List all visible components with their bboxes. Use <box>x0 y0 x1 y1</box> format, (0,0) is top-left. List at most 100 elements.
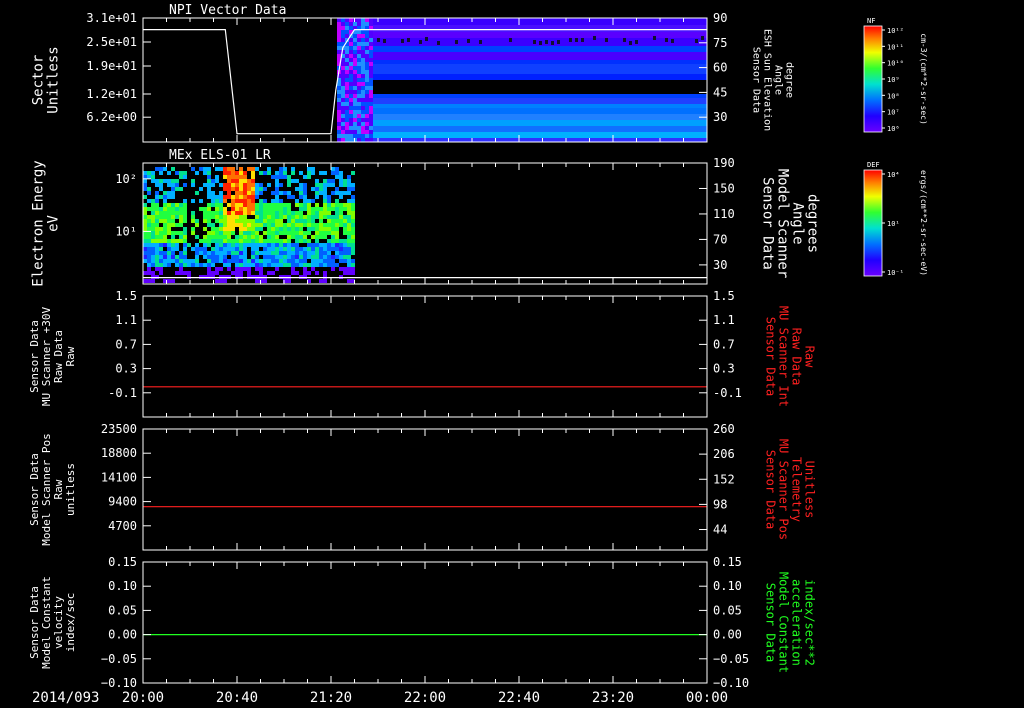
spectrogram-cell <box>175 231 179 235</box>
spectrogram-cell <box>343 191 347 195</box>
spectrogram-cell <box>287 263 291 267</box>
spectrogram-cell <box>187 259 191 263</box>
spectrogram-cell <box>361 130 365 134</box>
y2-axis-label-line: Unitless <box>803 461 817 519</box>
spectrogram-cell <box>215 255 219 259</box>
spectrogram-band <box>337 114 707 120</box>
spectrogram-cell <box>361 54 365 58</box>
spectrogram-cell <box>159 167 163 171</box>
spectrogram-cell <box>299 219 303 223</box>
spectrogram-band <box>337 138 707 142</box>
spectrogram-cell <box>347 247 351 251</box>
spectrogram-cell <box>231 187 235 191</box>
spectrogram-cell <box>319 251 323 255</box>
spectrogram-cell <box>337 106 341 110</box>
spectrogram-cell <box>319 183 323 187</box>
spectrogram-cell <box>271 227 275 231</box>
spectrogram-cell <box>243 183 247 187</box>
y-tick-label: −0.05 <box>101 652 137 666</box>
spectrogram-cell <box>231 183 235 187</box>
spectrogram-cell <box>215 203 219 207</box>
spectrogram-cell <box>163 251 167 255</box>
spectrogram-cell <box>349 66 353 70</box>
spectrogram-cell <box>287 243 291 247</box>
spectrogram-cell <box>235 195 239 199</box>
spectrogram-cell <box>345 110 349 114</box>
spectrogram-cell <box>311 223 315 227</box>
spectrogram-cell <box>179 271 183 275</box>
spectrogram-cell <box>287 183 291 187</box>
spectrogram-cell <box>167 195 171 199</box>
spectrogram-cell <box>231 167 235 171</box>
spectrogram-cell <box>147 243 151 247</box>
spectrogram-cell <box>143 247 147 251</box>
spectrogram-cell <box>291 179 295 183</box>
spectrogram-cell <box>223 207 227 211</box>
spectrogram-cell <box>243 255 247 259</box>
spectrogram-cell <box>361 18 365 22</box>
spectrogram-cell <box>339 211 343 215</box>
spectrogram-cell <box>251 167 255 171</box>
y-axis-label: Sensor Data Model Scanner Pos Raw unitless <box>28 433 77 546</box>
spectrogram-cell <box>357 138 361 142</box>
spectrogram-cell <box>291 255 295 259</box>
spectrogram-cell <box>239 211 243 215</box>
spectrogram-cell <box>307 167 311 171</box>
spectrogram-cell <box>323 223 327 227</box>
spectrogram-cell <box>179 211 183 215</box>
spectrogram-cell <box>247 203 251 207</box>
spectrogram-cell <box>219 247 223 251</box>
spectrogram-cell <box>263 171 267 175</box>
spectrogram-cell <box>251 199 255 203</box>
y2-axis-label: Sensor Data Model Scanner Angle degrees <box>760 169 821 279</box>
spectrogram-cell <box>369 82 373 86</box>
spectrogram-cell <box>337 114 341 118</box>
spectrogram-cell <box>341 34 345 38</box>
spectrogram-cell <box>303 191 307 195</box>
spectrogram-cell <box>215 207 219 211</box>
spectrogram-cell <box>291 215 295 219</box>
spectrogram-cell <box>279 191 283 195</box>
spectrogram-cell <box>283 251 287 255</box>
spectrogram-cell <box>143 235 147 239</box>
spectrogram-cell <box>295 259 299 263</box>
spectrogram-cell <box>211 203 215 207</box>
spectrogram-cell <box>323 247 327 251</box>
spectrogram-cell <box>215 271 219 275</box>
y2-axis-label-line: Model Scanner <box>775 169 791 279</box>
spectrogram-cell <box>207 187 211 191</box>
time-tick-label: 23:20 <box>592 690 634 706</box>
spectrogram-cell <box>239 187 243 191</box>
spectrogram-cell <box>179 251 183 255</box>
spectrogram-cell <box>147 187 151 191</box>
spectrogram-cell <box>259 215 263 219</box>
spectrogram-cell <box>259 251 263 255</box>
spectrogram-cell <box>315 207 319 211</box>
spectrogram-cell <box>167 223 171 227</box>
spectrogram-cell <box>175 259 179 263</box>
spectrogram-cell <box>357 86 361 90</box>
spectrogram-cell <box>255 255 259 259</box>
spectrogram-cell <box>151 263 155 267</box>
spectrogram-cell <box>335 239 339 243</box>
spectrogram-cell <box>235 211 239 215</box>
spectrogram-cell <box>235 247 239 251</box>
spectrogram-cell <box>183 247 187 251</box>
spectrogram-cell <box>369 138 373 142</box>
spectrogram-cell <box>255 207 259 211</box>
spectrogram-cell <box>203 255 207 259</box>
spectrogram-cell <box>341 102 345 106</box>
spectrogram-cell <box>255 219 259 223</box>
spectrogram-cell <box>345 102 349 106</box>
spectrogram-cell <box>211 239 215 243</box>
spectrogram-cell <box>279 227 283 231</box>
spectrogram-cell <box>227 231 231 235</box>
spectrogram-cell <box>287 203 291 207</box>
spectrogram-cell <box>179 203 183 207</box>
spectrogram-cell <box>365 82 369 86</box>
spectrogram-cell <box>323 251 327 255</box>
spectrogram-cell <box>151 231 155 235</box>
spectrogram-cell <box>183 231 187 235</box>
spectrogram-cell <box>247 263 251 267</box>
spectrogram-cell <box>243 175 247 179</box>
